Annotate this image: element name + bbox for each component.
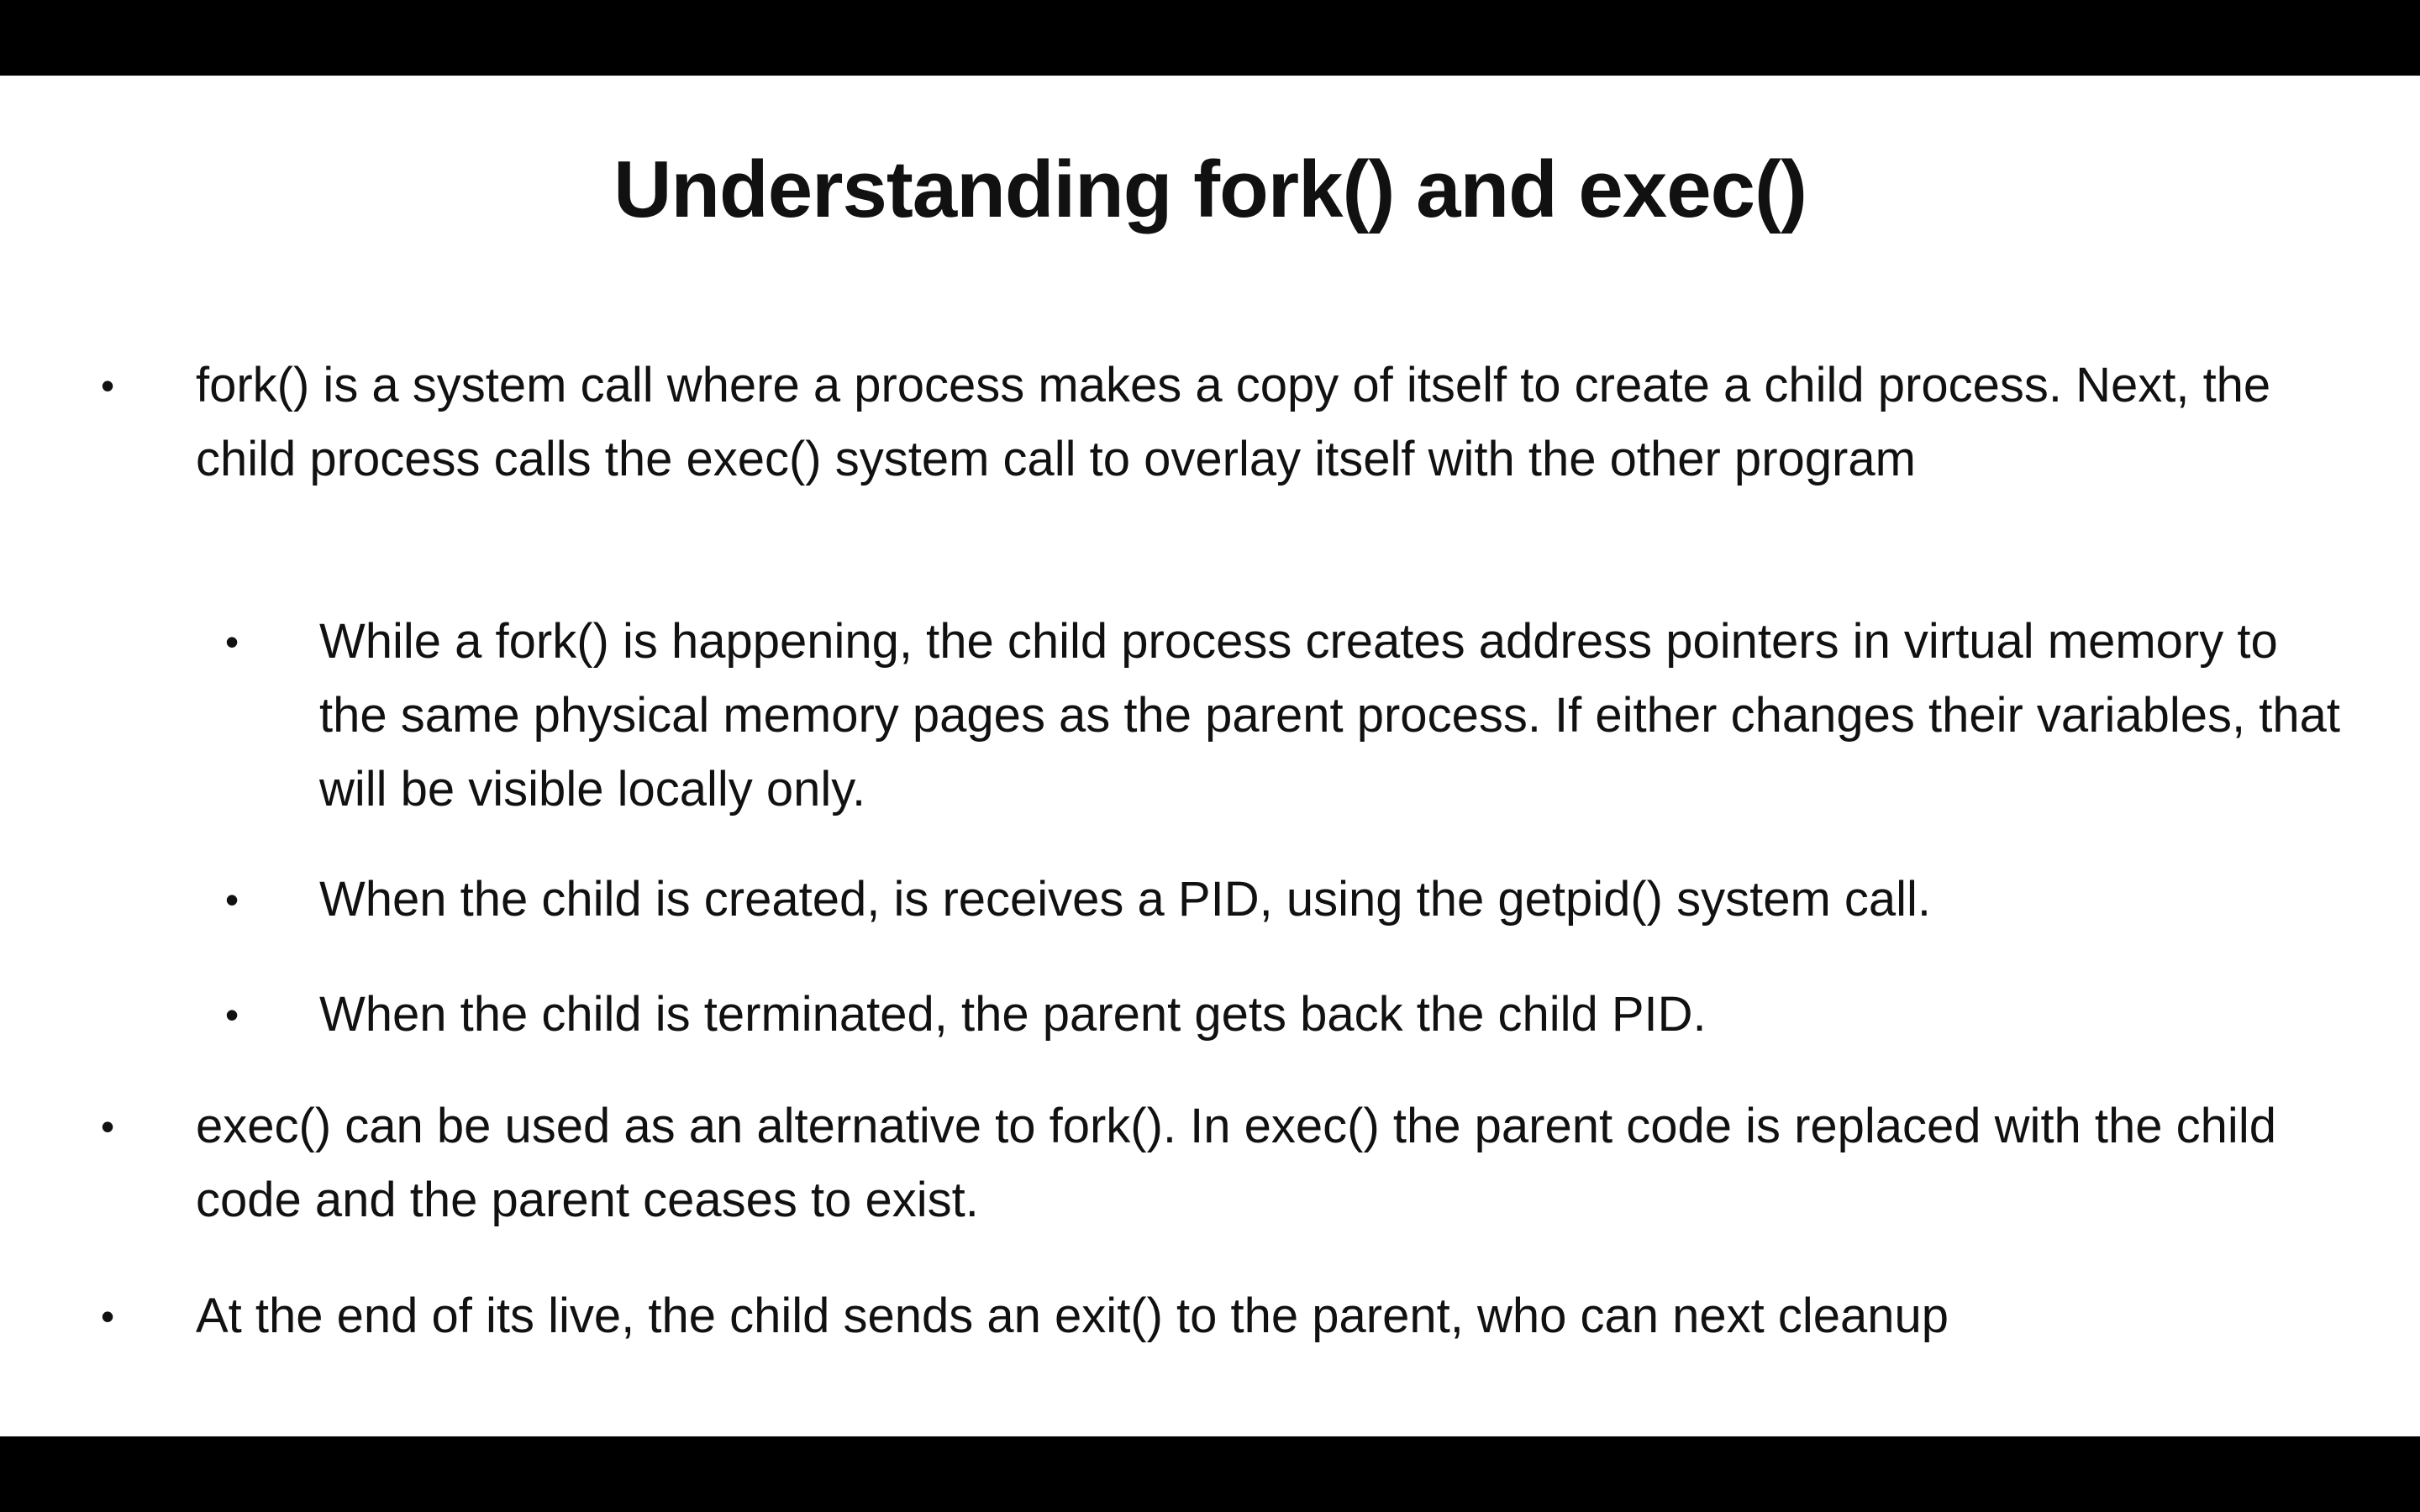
bullet-marker: •: [101, 1105, 115, 1148]
bullet-marker: •: [225, 878, 239, 921]
bullet-text: exec() can be used as an alternative to …: [196, 1099, 2276, 1227]
bullet-marker: •: [101, 364, 115, 407]
bullet-exec: • exec() can be used as an alternative t…: [101, 1089, 2336, 1237]
bullet-text: fork() is a system call where a process …: [196, 358, 2271, 486]
bullet-text: At the end of its live, the child sends …: [196, 1289, 1949, 1343]
letterbox-bottom: [0, 1436, 2420, 1512]
bullet-text: While a fork() is happening, the child p…: [319, 614, 2341, 816]
sub-bullet-child-terminated: • When the child is terminated, the pare…: [225, 978, 2343, 1052]
bullet-text: When the child is created, is receives a…: [319, 872, 1932, 927]
bullet-text: When the child is terminated, the parent…: [319, 987, 1707, 1042]
sub-bullet-fork-memory: • While a fork() is happening, the child…: [225, 605, 2343, 827]
bullet-marker: •: [101, 1294, 115, 1338]
slide-title: Understanding fork() and exec(): [613, 144, 1807, 234]
bullet-fork: • fork() is a system call where a proces…: [101, 349, 2336, 496]
letterbox-top: [0, 0, 2420, 76]
bullet-marker: •: [225, 993, 239, 1037]
slide: Understanding fork() and exec() • fork()…: [0, 76, 2420, 1436]
sub-bullet-child-pid: • When the child is created, is receives…: [225, 863, 2343, 937]
bullet-exit: • At the end of its live, the child send…: [101, 1279, 2336, 1353]
bullet-marker: •: [225, 620, 239, 664]
